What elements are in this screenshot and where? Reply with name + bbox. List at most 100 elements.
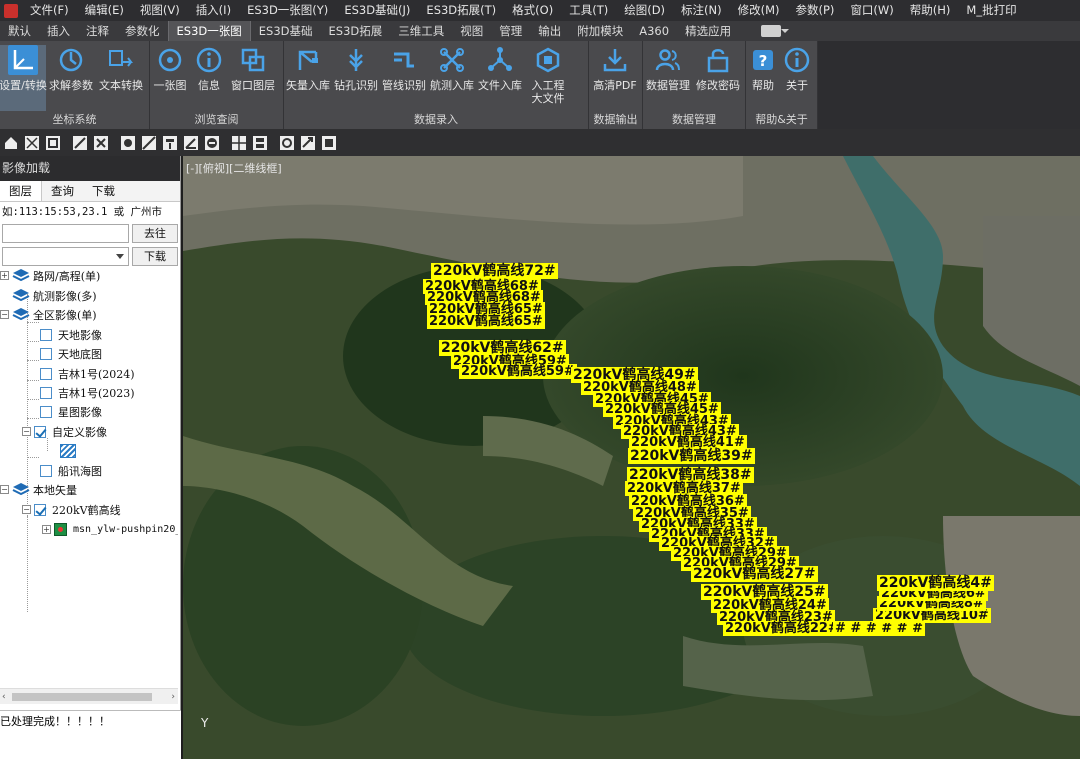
tower-label[interactable]: 220kV鹤高线65#	[427, 314, 545, 329]
collapse-icon[interactable]: −	[22, 427, 31, 436]
checkbox-jilin-2023[interactable]	[40, 386, 52, 399]
tree-node-region[interactable]: − 全区影像(单)	[0, 305, 97, 324]
frame-icon[interactable]	[44, 134, 62, 152]
tree-node-aerial[interactable]: 航测影像(多)	[12, 286, 97, 305]
file-import-button[interactable]: 文件入库	[476, 45, 524, 111]
tree-horizontal-scrollbar[interactable]: ‹ ›	[0, 688, 178, 704]
tab-download[interactable]: 下载	[83, 181, 124, 201]
help-button[interactable]: ? 帮助	[746, 45, 780, 111]
hd-pdf-button[interactable]: 高清PDF	[589, 45, 641, 111]
tree-node-jilin-2023[interactable]: 吉林1号(2023)	[40, 383, 135, 402]
checkbox-custom-image[interactable]	[34, 425, 46, 438]
tab-insert[interactable]: 插入	[39, 21, 78, 41]
align-icon[interactable]	[161, 134, 179, 152]
menu-help[interactable]: 帮助(H)	[902, 0, 959, 21]
expand-icon[interactable]: +	[0, 271, 9, 280]
home-icon[interactable]	[2, 134, 20, 152]
expand-icon[interactable]: +	[42, 525, 51, 534]
tab-view[interactable]: 视图	[452, 21, 491, 41]
tower-label[interactable]: 220kV鹤高线72#	[431, 263, 558, 279]
checkbox-tianditu-image[interactable]	[40, 328, 52, 341]
menu-es3d-extend[interactable]: ES3D拓展(T)	[418, 0, 504, 21]
tab-es3d-basic[interactable]: ES3D基础	[251, 21, 321, 41]
tab-manage[interactable]: 管理	[491, 21, 530, 41]
about-button[interactable]: 关于	[780, 45, 814, 111]
menu-es3d-onemap[interactable]: ES3D一张图(Y)	[239, 0, 336, 21]
scale-icon[interactable]	[299, 134, 317, 152]
menu-batch-print[interactable]: M_批打印	[958, 0, 1024, 21]
tab-es3d-extend[interactable]: ES3D拓展	[321, 21, 391, 41]
setup-convert-button[interactable]: 设置/转换	[0, 45, 47, 111]
checkbox-xingtu[interactable]	[40, 405, 52, 418]
grid-icon[interactable]	[230, 134, 248, 152]
aerial-import-button[interactable]: 航测入库	[428, 45, 476, 111]
panel-icon[interactable]	[251, 134, 269, 152]
solve-params-button[interactable]: 求解参数	[46, 45, 96, 111]
collapse-icon[interactable]: −	[22, 505, 31, 514]
menu-params[interactable]: 参数(P)	[788, 0, 843, 21]
download-button[interactable]: 下载	[132, 247, 178, 266]
tower-label[interactable]: 220kV鹤高线22#	[723, 621, 841, 636]
viewport-view-label[interactable]: [-][俯视][二维线框]	[186, 160, 282, 176]
pipeline-recognize-button[interactable]: 管线识别	[380, 45, 428, 111]
tab-output[interactable]: 输出	[530, 21, 569, 41]
menu-window[interactable]: 窗口(W)	[842, 0, 901, 21]
tab-addons[interactable]: 附加模块	[569, 21, 631, 41]
project-large-file-button[interactable]: 入工程 大文件	[524, 45, 572, 111]
cross-box-icon[interactable]	[92, 134, 110, 152]
vector-import-button[interactable]: 矢量入库	[284, 45, 332, 111]
menu-tools[interactable]: 工具(T)	[561, 0, 616, 21]
change-password-button[interactable]: 修改密码	[693, 45, 743, 111]
tree-node-chart[interactable]: 船讯海图	[40, 461, 102, 480]
checkbox-chart[interactable]	[40, 464, 52, 477]
tab-a360[interactable]: A360	[631, 21, 677, 41]
tab-layers[interactable]: 图层	[0, 181, 42, 201]
angle-icon[interactable]	[182, 134, 200, 152]
tree-node-local-vector[interactable]: − 本地矢量	[0, 480, 77, 499]
collapse-icon[interactable]: −	[0, 485, 9, 494]
window-layer-button[interactable]: 窗口图层	[228, 45, 278, 111]
map-viewport[interactable]: [-][俯视][二维线框] 220kV鹤高线72# 220kV鹤高线68# 22…	[183, 156, 1080, 759]
circle-target-icon[interactable]	[119, 134, 137, 152]
diagonal-icon[interactable]	[140, 134, 158, 152]
menu-insert[interactable]: 插入(I)	[188, 0, 239, 21]
tree-node-jilin-2024[interactable]: 吉林1号(2024)	[40, 364, 135, 383]
goto-button[interactable]: 去往	[132, 224, 178, 243]
tree-node-line[interactable]: − 220kV鹤高线	[22, 500, 121, 519]
data-management-button[interactable]: 数据管理	[643, 45, 693, 111]
scrollbar-thumb[interactable]	[12, 693, 152, 701]
camera-dropdown-icon[interactable]	[761, 25, 790, 37]
borehole-recognize-button[interactable]: 钻孔识别	[332, 45, 380, 111]
source-select[interactable]	[2, 247, 129, 266]
draw-line-icon[interactable]	[71, 134, 89, 152]
checkbox-jilin-2024[interactable]	[40, 367, 52, 380]
tab-query[interactable]: 查询	[42, 181, 83, 201]
tree-node-road[interactable]: + 路网/高程(单)	[0, 266, 100, 285]
menu-view[interactable]: 视图(V)	[132, 0, 188, 21]
info-button[interactable]: 信息	[190, 45, 228, 111]
minus-circle-icon[interactable]	[203, 134, 221, 152]
menu-format[interactable]: 格式(O)	[504, 0, 561, 21]
tower-label[interactable]: 220kV鹤高线27#	[691, 566, 818, 582]
checkbox-tianditu-base[interactable]	[40, 347, 52, 360]
tree-node-tianditu-base[interactable]: 天地底图	[40, 344, 102, 363]
tree-node-xingtu[interactable]: 星图影像	[40, 402, 102, 421]
tree-node-custom-layer-swatch[interactable]	[60, 441, 76, 460]
tower-label[interactable]: 220kV鹤高线39#	[628, 448, 755, 464]
text-convert-button[interactable]: 文本转换	[96, 45, 146, 111]
menu-file[interactable]: 文件(F)	[22, 0, 77, 21]
one-map-button[interactable]: 一张图	[150, 45, 190, 111]
tab-es3d-onemap[interactable]: ES3D一张图	[167, 21, 251, 41]
checkbox-line[interactable]	[34, 503, 46, 516]
menu-es3d-basic[interactable]: ES3D基础(J)	[336, 0, 418, 21]
render-icon[interactable]	[320, 134, 338, 152]
menu-annotate[interactable]: 标注(N)	[673, 0, 730, 21]
orbit-icon[interactable]	[278, 134, 296, 152]
tab-default[interactable]: 默认	[0, 21, 39, 41]
scroll-right-icon[interactable]: ›	[171, 692, 175, 702]
fit-icon[interactable]	[23, 134, 41, 152]
location-input[interactable]	[2, 224, 129, 243]
collapse-icon[interactable]: −	[0, 310, 9, 319]
tab-3d-tools[interactable]: 三维工具	[390, 21, 452, 41]
tree-node-pushpin[interactable]: + msn_ylw-pushpin20_	[42, 520, 178, 539]
